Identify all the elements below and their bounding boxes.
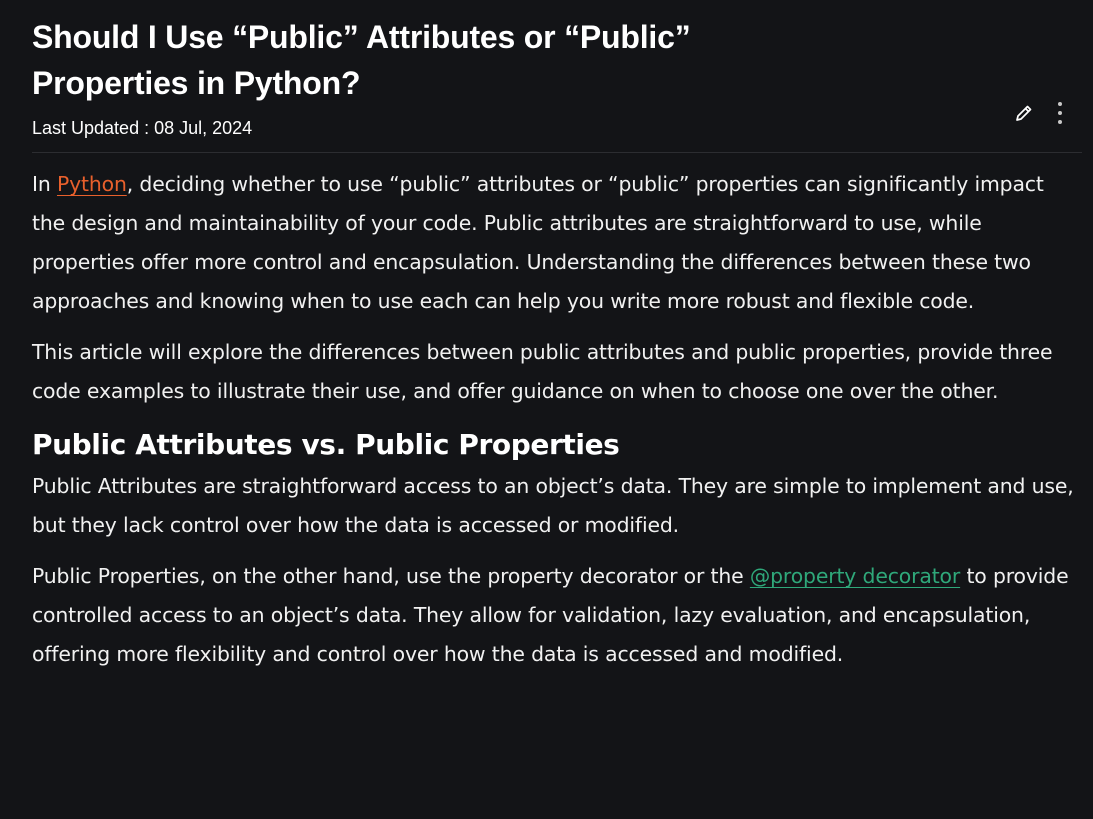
edit-button[interactable] bbox=[1013, 100, 1035, 126]
more-options-button[interactable] bbox=[1049, 100, 1071, 126]
pencil-icon bbox=[1016, 105, 1032, 121]
last-updated: Last Updated : 08 Jul, 2024 bbox=[32, 118, 252, 139]
property-decorator-link[interactable]: @property decorator bbox=[750, 564, 960, 588]
intro-paragraph: In Python, deciding whether to use “publ… bbox=[32, 165, 1082, 321]
intro-text: , deciding whether to use “public” attri… bbox=[32, 172, 1044, 313]
vertical-ellipsis-icon bbox=[1058, 102, 1062, 124]
attributes-paragraph: Public Attributes are straightforward ac… bbox=[32, 474, 1074, 537]
last-updated-date: 08 Jul, 2024 bbox=[154, 118, 253, 138]
article-title: Should I Use “Public” Attributes or “Pub… bbox=[32, 19, 691, 101]
article-page: Should I Use “Public” Attributes or “Pub… bbox=[0, 0, 1093, 819]
properties-prefix: Public Properties, on the other hand, us… bbox=[32, 564, 750, 588]
title-divider bbox=[32, 152, 1082, 153]
last-updated-label: Last Updated : bbox=[32, 118, 155, 138]
intro-prefix: In bbox=[32, 172, 57, 196]
properties-paragraph: Public Properties, on the other hand, us… bbox=[32, 557, 1082, 674]
article-actions bbox=[1013, 100, 1071, 126]
overview-paragraph: This article will explore the difference… bbox=[32, 340, 1053, 403]
python-link[interactable]: Python bbox=[57, 172, 127, 196]
section-heading: Public Attributes vs. Public Properties bbox=[32, 428, 620, 461]
article-body: In Python, deciding whether to use “publ… bbox=[32, 165, 1082, 686]
